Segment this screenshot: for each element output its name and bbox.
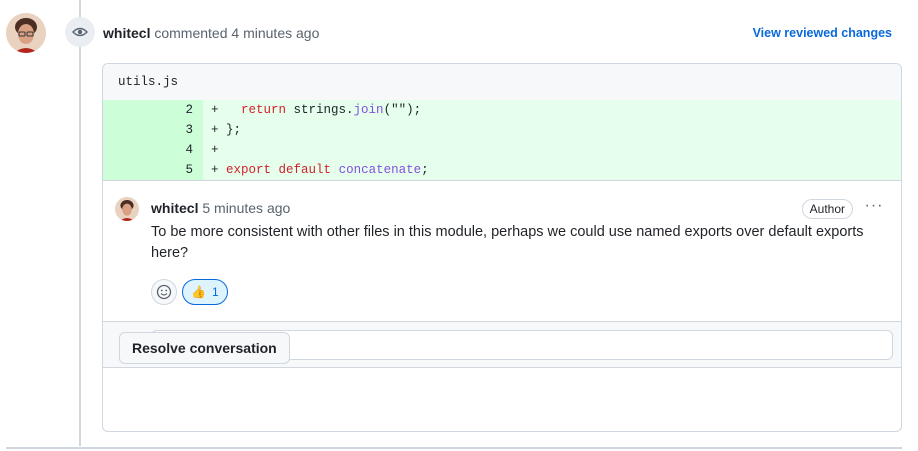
smiley-icon[interactable] [151, 279, 177, 305]
timeline-divider [6, 447, 902, 449]
line-code: + }; [203, 120, 901, 140]
comment-header: whitecl 5 minutes ago [151, 198, 290, 218]
diff-prefix: + [211, 123, 227, 137]
line-code: + export default concatenate; [203, 160, 901, 180]
author-badge: Author [801, 199, 853, 219]
diff-line: 5 + export default concatenate; [103, 160, 901, 180]
review-time[interactable]: 4 minutes ago [231, 25, 319, 41]
comment-avatar[interactable] [115, 197, 139, 221]
thumbs-up-reaction-button[interactable]: 👍 1 [182, 279, 228, 305]
code-token: (""); [383, 103, 422, 117]
line-number[interactable]: 3 [103, 120, 203, 140]
diff-block: 2 + return strings.join(""); 3 + }; 4 +5 + exp… [103, 100, 901, 180]
code-token: strings. [286, 103, 354, 117]
diff-prefix: + [211, 163, 227, 177]
diff-prefix: + [211, 143, 219, 157]
code-token: default [278, 163, 332, 177]
line-number[interactable]: 5 [103, 160, 203, 180]
code-token: return [241, 103, 287, 117]
comment-body: To be more consistent with other files i… [151, 224, 864, 261]
file-header: utils.js [103, 64, 901, 100]
thumbs-up-icon: 👍 [191, 285, 206, 299]
diff-line: 2 + return strings.join(""); [103, 100, 901, 120]
view-reviewed-changes-link[interactable]: View reviewed changes [753, 23, 892, 43]
diff-line: 3 + }; [103, 120, 901, 140]
resolve-conversation-button[interactable]: Resolve conversation [119, 332, 290, 364]
reviewer-avatar[interactable] [6, 13, 46, 53]
code-token: export [226, 163, 272, 177]
diff-line: 4 + [103, 140, 901, 160]
comment-time[interactable]: 5 minutes ago [202, 200, 290, 216]
diff-prefix: + [211, 103, 242, 117]
code-token: ; [421, 163, 429, 177]
line-number[interactable]: 4 [103, 140, 203, 160]
review-author-link[interactable]: whitecl [103, 25, 150, 41]
timeline-line [79, 0, 81, 446]
code-token: join [353, 103, 384, 117]
review-thread-card: utils.js 2 + return strings.join(""); 3 + }… [102, 63, 902, 432]
line-code: + return strings.join(""); [203, 100, 901, 120]
eye-icon [65, 17, 95, 47]
line-number[interactable]: 2 [103, 100, 203, 120]
review-action: commented [154, 25, 228, 41]
review-comment: whitecl 5 minutes ago Author ··· To be m… [103, 180, 901, 321]
file-name[interactable]: utils.js [118, 75, 178, 89]
kebab-horizontal-icon[interactable]: ··· [861, 198, 887, 219]
code-token: concatenate [338, 163, 422, 177]
code-token: }; [226, 123, 242, 137]
line-code: + [203, 140, 901, 160]
reaction-count: 1 [211, 285, 219, 299]
comment-author-link[interactable]: whitecl [151, 200, 198, 216]
review-header: whitecl commented 4 minutes ago [103, 23, 319, 43]
